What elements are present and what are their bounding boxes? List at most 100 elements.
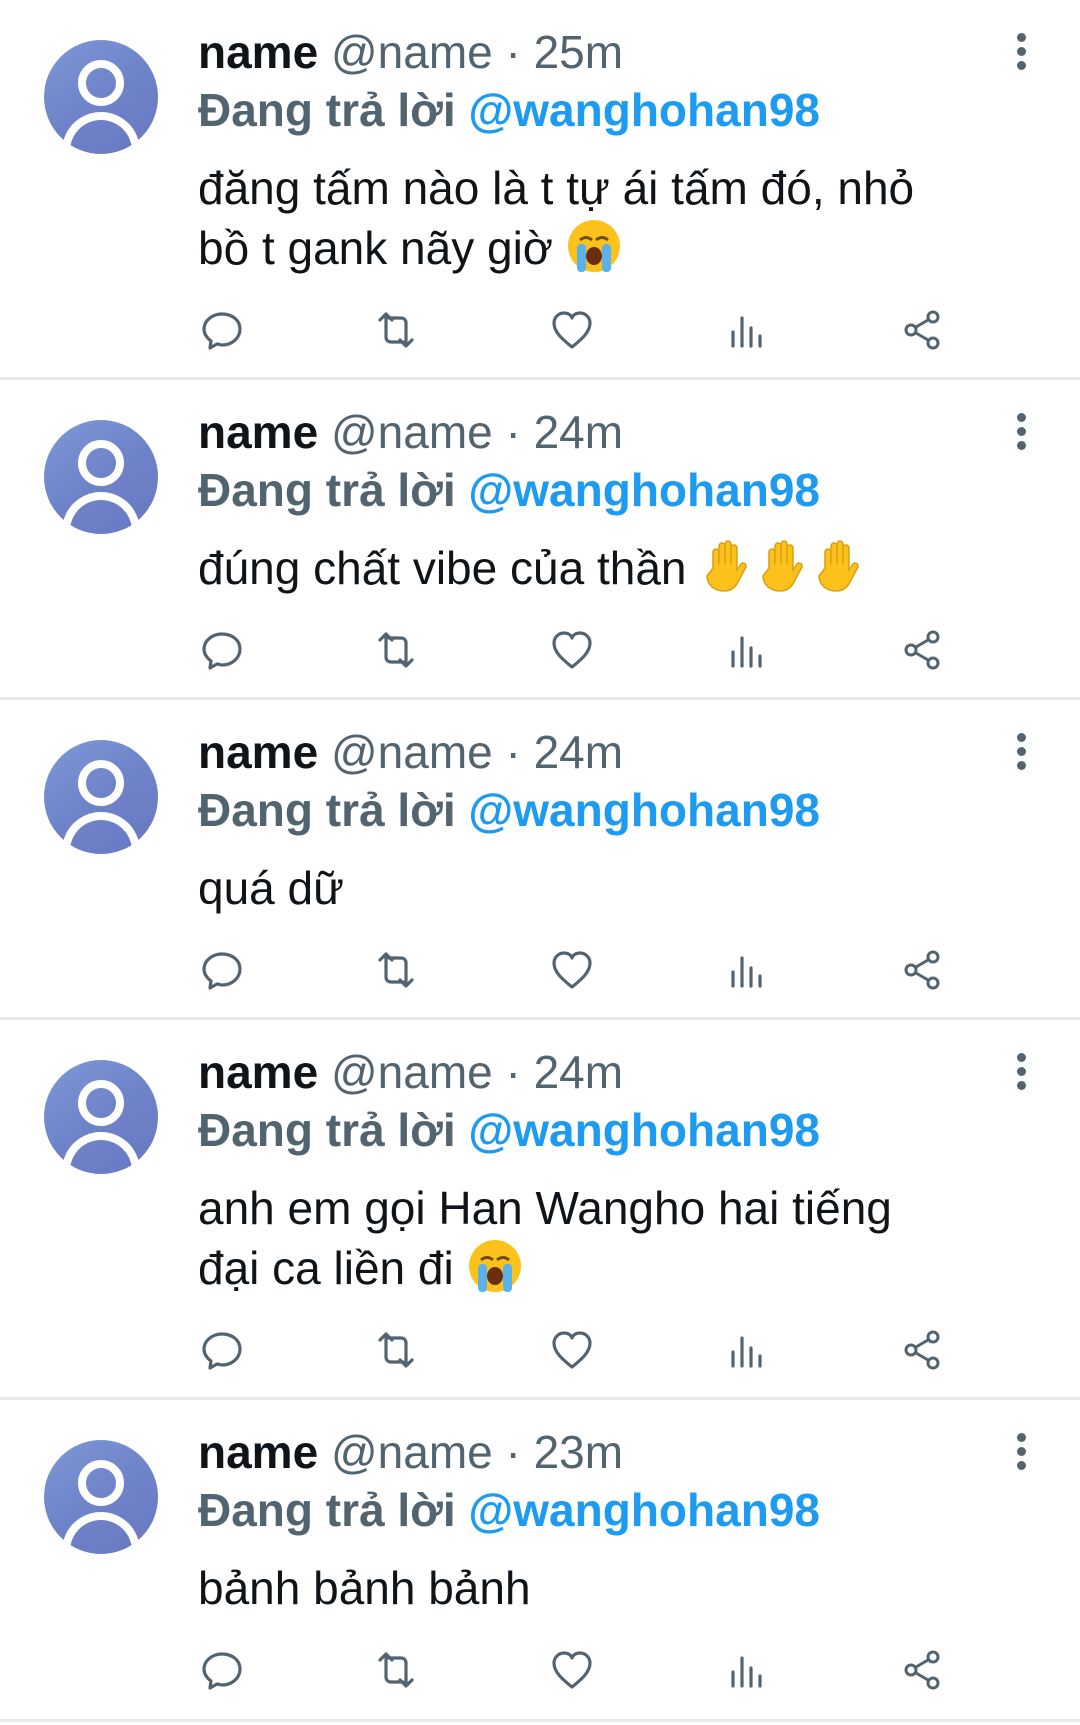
tweet-header: name @name · 24m bbox=[198, 724, 623, 780]
more-options-icon[interactable] bbox=[1010, 410, 1034, 454]
retweet-button[interactable] bbox=[372, 306, 420, 354]
mention-link[interactable]: @wanghohan98 bbox=[468, 84, 820, 136]
tweet-text: anh em gọi Han Wangho hai tiếng đại ca l… bbox=[198, 1178, 1018, 1298]
share-icon bbox=[904, 310, 940, 350]
avatar[interactable] bbox=[44, 1440, 158, 1554]
tweet[interactable]: name @name · 25m Đang trả lời @wanghohan… bbox=[0, 0, 1080, 380]
like-icon bbox=[552, 951, 592, 989]
tweet-text: đăng tấm nào là t tự ái tấm đó, nhỏ bồ t… bbox=[198, 158, 1018, 278]
avatar[interactable] bbox=[44, 40, 158, 154]
mention-link[interactable]: @wanghohan98 bbox=[468, 1484, 820, 1536]
avatar[interactable] bbox=[44, 740, 158, 854]
reply-feed: name @name · 25m Đang trả lời @wanghohan… bbox=[0, 0, 1080, 1722]
tweet-text: quá dữ bbox=[198, 858, 1018, 918]
share-button[interactable] bbox=[898, 946, 946, 994]
crying-face-icon bbox=[468, 1240, 521, 1292]
reply-button[interactable] bbox=[198, 306, 246, 354]
mention-link[interactable]: @wanghohan98 bbox=[468, 1104, 820, 1156]
reply-prefix: Đang trả lời bbox=[198, 464, 456, 516]
display-name[interactable]: name bbox=[198, 726, 318, 778]
timestamp: · 24m bbox=[505, 406, 624, 458]
retweet-icon bbox=[378, 1332, 414, 1368]
share-icon bbox=[904, 950, 940, 990]
like-button[interactable] bbox=[548, 306, 596, 354]
reply-prefix: Đang trả lời bbox=[198, 1484, 456, 1536]
tweet-actions bbox=[198, 1326, 1018, 1374]
reply-icon bbox=[202, 632, 242, 670]
reply-button[interactable] bbox=[198, 626, 246, 674]
avatar[interactable] bbox=[44, 1060, 158, 1174]
analytics-icon bbox=[731, 956, 762, 988]
tweet[interactable]: name @name · 24m Đang trả lời @wanghohan… bbox=[0, 380, 1080, 700]
display-name[interactable]: name bbox=[198, 1426, 318, 1478]
tweet-text-line: bảnh bảnh bảnh bbox=[198, 1562, 531, 1614]
retweet-button[interactable] bbox=[372, 946, 420, 994]
timestamp: · 23m bbox=[505, 1426, 624, 1478]
tweet[interactable]: name @name · 24m Đang trả lời @wanghohan… bbox=[0, 1020, 1080, 1400]
user-handle[interactable]: @name bbox=[331, 406, 493, 458]
like-button[interactable] bbox=[548, 626, 596, 674]
analytics-button[interactable] bbox=[723, 1646, 771, 1694]
reply-prefix: Đang trả lời bbox=[198, 1104, 456, 1156]
tweet-header: name @name · 24m bbox=[198, 1044, 623, 1100]
share-icon bbox=[904, 630, 940, 670]
raised-hand-icon bbox=[706, 540, 748, 592]
raised-hand-icon bbox=[818, 540, 860, 592]
retweet-button[interactable] bbox=[372, 1326, 420, 1374]
display-name[interactable]: name bbox=[198, 406, 318, 458]
retweet-icon bbox=[378, 312, 414, 348]
analytics-button[interactable] bbox=[723, 1326, 771, 1374]
mention-link[interactable]: @wanghohan98 bbox=[468, 464, 820, 516]
like-button[interactable] bbox=[548, 1646, 596, 1694]
analytics-button[interactable] bbox=[723, 306, 771, 354]
user-handle[interactable]: @name bbox=[331, 1426, 493, 1478]
tweet-header: name @name · 25m bbox=[198, 24, 623, 80]
replying-to: Đang trả lời @wanghohan98 bbox=[198, 1102, 820, 1158]
more-options-icon[interactable] bbox=[1010, 1430, 1034, 1474]
user-handle[interactable]: @name bbox=[331, 26, 493, 78]
tweet[interactable]: name @name · 23m Đang trả lời @wanghohan… bbox=[0, 1400, 1080, 1722]
analytics-button[interactable] bbox=[723, 626, 771, 674]
more-options-icon[interactable] bbox=[1010, 30, 1034, 74]
tweet-header: name @name · 23m bbox=[198, 1424, 623, 1480]
share-button[interactable] bbox=[898, 1646, 946, 1694]
analytics-icon bbox=[731, 1336, 762, 1368]
avatar[interactable] bbox=[44, 420, 158, 534]
replying-to: Đang trả lời @wanghohan98 bbox=[198, 462, 820, 518]
reply-prefix: Đang trả lời bbox=[198, 84, 456, 136]
more-options-icon[interactable] bbox=[1010, 1050, 1034, 1094]
more-options-icon[interactable] bbox=[1010, 730, 1034, 774]
replying-to: Đang trả lời @wanghohan98 bbox=[198, 782, 820, 838]
tweet-text-line: đại ca liền đi bbox=[198, 1242, 454, 1294]
like-icon bbox=[552, 1331, 592, 1369]
like-button[interactable] bbox=[548, 1326, 596, 1374]
analytics-button[interactable] bbox=[723, 946, 771, 994]
share-button[interactable] bbox=[898, 1326, 946, 1374]
mention-link[interactable]: @wanghohan98 bbox=[468, 784, 820, 836]
tweet[interactable]: name @name · 24m Đang trả lời @wanghohan… bbox=[0, 700, 1080, 1020]
share-icon bbox=[904, 1330, 940, 1370]
retweet-button[interactable] bbox=[372, 626, 420, 674]
share-button[interactable] bbox=[898, 306, 946, 354]
like-button[interactable] bbox=[548, 946, 596, 994]
share-icon bbox=[904, 1650, 940, 1690]
display-name[interactable]: name bbox=[198, 1046, 318, 1098]
retweet-icon bbox=[378, 632, 414, 668]
share-button[interactable] bbox=[898, 626, 946, 674]
retweet-button[interactable] bbox=[372, 1646, 420, 1694]
retweet-icon bbox=[378, 952, 414, 988]
user-handle[interactable]: @name bbox=[331, 1046, 493, 1098]
reply-button[interactable] bbox=[198, 946, 246, 994]
display-name[interactable]: name bbox=[198, 26, 318, 78]
tweet-text-line: bồ t gank nãy giờ bbox=[198, 222, 553, 274]
like-icon bbox=[552, 631, 592, 669]
reply-button[interactable] bbox=[198, 1326, 246, 1374]
reply-icon bbox=[202, 312, 242, 350]
tweet-actions bbox=[198, 1646, 1018, 1694]
tweet-text-line: anh em gọi Han Wangho hai tiếng bbox=[198, 1182, 892, 1234]
tweet-actions bbox=[198, 306, 1018, 354]
user-handle[interactable]: @name bbox=[331, 726, 493, 778]
timestamp: · 24m bbox=[505, 1046, 624, 1098]
reply-button[interactable] bbox=[198, 1646, 246, 1694]
analytics-icon bbox=[731, 316, 762, 348]
